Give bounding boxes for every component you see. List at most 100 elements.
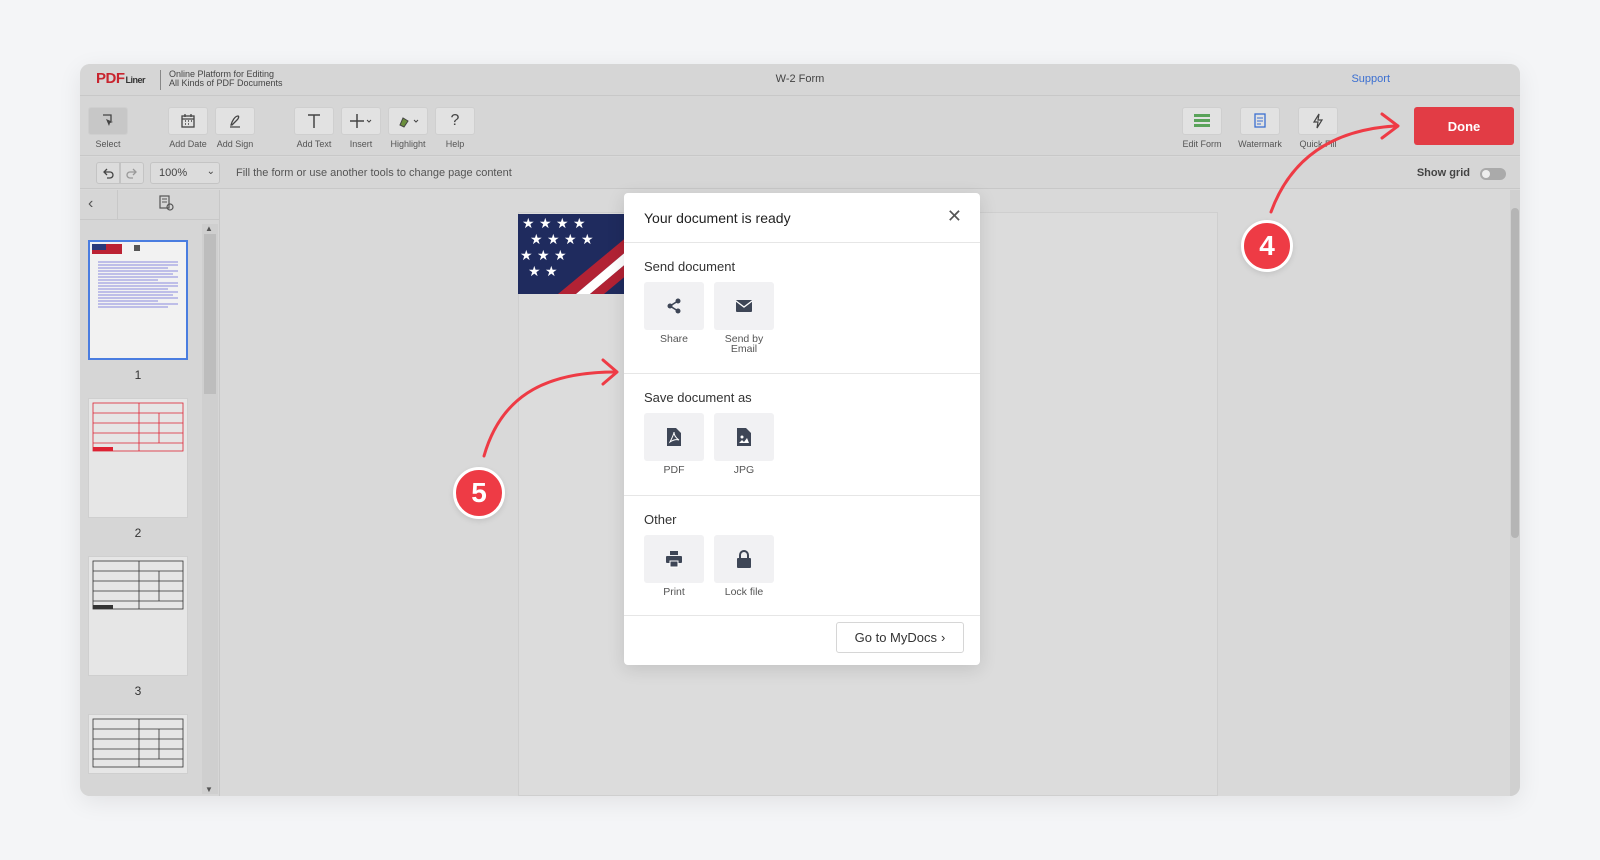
sidebar-divider (117, 190, 118, 220)
page-number: 1 (134, 368, 142, 382)
watermark-label: Watermark (1238, 139, 1282, 149)
watermark-tool[interactable]: Watermark (1238, 107, 1282, 149)
step-badge-5: 5 (453, 467, 505, 519)
page-thumbnail[interactable] (88, 240, 188, 360)
chevron-left-icon[interactable]: ‹ (88, 195, 93, 213)
edit-form-icon (1182, 107, 1222, 135)
signature-pen-icon (215, 107, 255, 135)
main-scrollbar[interactable] (1510, 190, 1520, 796)
svg-text:★ ★ ★: ★ ★ ★ (520, 248, 567, 264)
envelope-icon (714, 282, 774, 330)
image-file-icon (714, 413, 774, 461)
zoom-select[interactable]: 100% ⌄ (150, 162, 220, 184)
highlight-label: Highlight (390, 139, 426, 149)
svg-text:★ ★ ★ ★: ★ ★ ★ ★ (530, 232, 594, 248)
insert-tool[interactable]: Insert (339, 107, 383, 149)
show-grid-label: Show grid (1416, 167, 1470, 179)
show-grid-toggle[interactable] (1480, 168, 1506, 180)
save-document-section: Save document as PDF JPG (624, 373, 980, 495)
svg-text:★ ★: ★ ★ (528, 264, 558, 280)
other-section: Other Print Lock file (624, 495, 980, 615)
title-bar: PDFLiner Online Platform for Editing All… (80, 64, 1520, 96)
text-t-icon (294, 107, 334, 135)
document-ready-dialog: Your document is ready ✕ Send document S… (624, 193, 980, 665)
hint-text: Fill the form or use another tools to ch… (236, 167, 512, 179)
dialog-footer: Go to MyDocs › (624, 615, 980, 665)
page-number: 2 (134, 526, 142, 540)
page-thumbnail[interactable] (88, 714, 188, 774)
send-document-section: Send document Share Send by Email (624, 242, 980, 373)
save-section-title: Save document as (644, 390, 752, 405)
send-by-email-label: Send by Email (724, 333, 764, 355)
save-jpg-button[interactable]: JPG (714, 413, 774, 475)
pdf-label: PDF (663, 464, 685, 476)
insert-label: Insert (349, 139, 373, 149)
lock-file-label: Lock file (724, 586, 764, 598)
scroll-down-icon[interactable]: ▼ (205, 785, 213, 794)
mydocs-label: Go to MyDocs (854, 630, 937, 645)
lightning-icon (1298, 107, 1338, 135)
lock-file-button[interactable]: Lock file (714, 535, 774, 597)
quick-fill-label: Quick Fill (1299, 139, 1337, 149)
undo-button[interactable] (96, 162, 120, 184)
svg-text:★ ★ ★ ★: ★ ★ ★ ★ (522, 216, 586, 232)
document-title: W-2 Form (775, 73, 825, 85)
jpg-label: JPG (733, 464, 755, 476)
main-scrollbar-thumb[interactable] (1511, 208, 1519, 538)
add-text-label: Add Text (296, 139, 332, 149)
watermark-icon (1240, 107, 1280, 135)
redo-icon (126, 168, 137, 179)
us-flag-image: ★ ★ ★ ★ ★ ★ ★ ★ ★ ★ ★ ★ ★ (518, 214, 628, 294)
sidebar-header: ‹ (80, 190, 219, 220)
page-thumbnail[interactable] (88, 398, 188, 518)
help-tool[interactable]: ? Help (433, 107, 477, 149)
calendar-icon (168, 107, 208, 135)
print-label: Print (663, 586, 685, 598)
zoom-value: 100% (159, 167, 188, 179)
done-button[interactable]: Done (1414, 107, 1514, 145)
share-button[interactable]: Share (644, 282, 704, 344)
other-section-title: Other (644, 512, 677, 527)
scroll-up-icon[interactable]: ▲ (205, 224, 213, 233)
send-section-title: Send document (644, 259, 736, 274)
secondary-toolbar: 100% ⌄ Fill the form or use another tool… (80, 157, 1520, 189)
edit-form-tool[interactable]: Edit Form (1180, 107, 1224, 149)
save-pdf-button[interactable]: PDF (644, 413, 704, 475)
share-label: Share (659, 333, 689, 345)
close-icon[interactable]: ✕ (947, 206, 962, 227)
redo-button[interactable] (120, 162, 144, 184)
plus-icon (341, 107, 381, 135)
page-settings-icon[interactable] (158, 195, 174, 214)
scrollbar-thumb[interactable] (204, 234, 216, 394)
add-text-tool[interactable]: Add Text (292, 107, 336, 149)
support-link[interactable]: Support (1351, 73, 1390, 85)
dialog-title: Your document is ready (644, 210, 791, 226)
step-badge-4: 4 (1241, 220, 1293, 272)
chevron-right-icon: › (941, 630, 946, 645)
send-by-email-button[interactable]: Send by Email (714, 282, 774, 354)
page-thumbnail[interactable] (88, 556, 188, 676)
select-tool[interactable]: Select (86, 107, 130, 149)
sidebar-scrollbar[interactable]: ▲ ▼ (202, 224, 218, 794)
undo-icon (103, 168, 114, 179)
pdf-file-icon (644, 413, 704, 461)
highlighter-icon (388, 107, 428, 135)
print-button[interactable]: Print (644, 535, 704, 597)
printer-icon (644, 535, 704, 583)
highlight-tool[interactable]: Highlight (386, 107, 430, 149)
share-icon (644, 282, 704, 330)
page-thumbnails-sidebar: ‹ 1 2 3 ▲ ▼ (80, 190, 220, 796)
add-sign-label: Add Sign (216, 139, 254, 149)
quick-fill-tool[interactable]: Quick Fill (1296, 107, 1340, 149)
select-cursor-icon (88, 107, 128, 135)
help-label: Help (445, 139, 465, 149)
chevron-down-icon: ⌄ (206, 166, 215, 177)
question-mark-icon: ? (435, 107, 475, 135)
lock-icon (714, 535, 774, 583)
toolbar: Select Add Date Add Sign Add Text Insert (80, 96, 1520, 156)
go-to-mydocs-button[interactable]: Go to MyDocs › (836, 622, 964, 653)
add-sign-tool[interactable]: Add Sign (213, 107, 257, 149)
add-date-tool[interactable]: Add Date (166, 107, 210, 149)
select-label: Select (95, 139, 121, 149)
add-date-label: Add Date (169, 139, 207, 149)
